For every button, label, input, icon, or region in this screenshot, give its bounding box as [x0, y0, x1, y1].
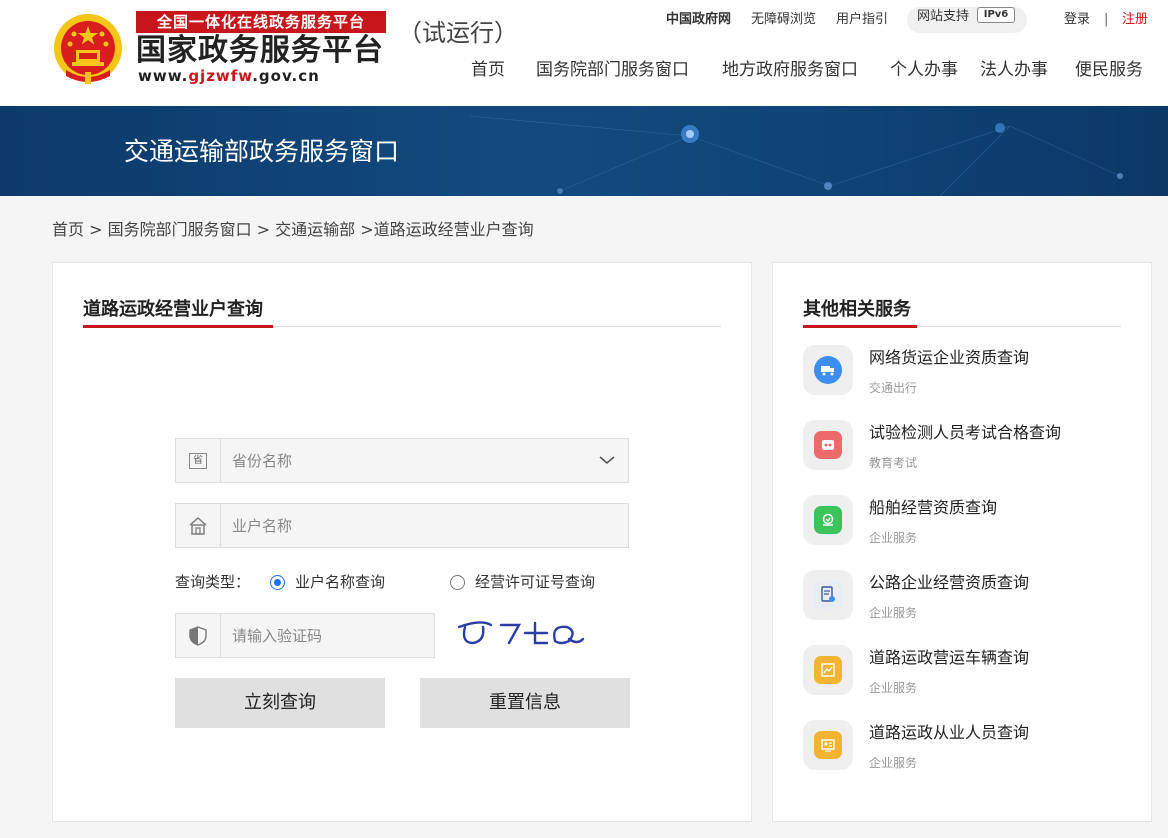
- business-name-placeholder: 业户名称: [232, 517, 293, 535]
- accessibility-link[interactable]: 无障碍浏览: [751, 10, 816, 30]
- query-type-label: 查询类型：: [175, 573, 251, 591]
- ipv6-support-badge: 网站支持 IPv6: [907, 7, 1027, 33]
- radio-by-license[interactable]: [450, 575, 465, 590]
- gov-link[interactable]: 中国政府网: [666, 10, 731, 30]
- site-header: 全国一体化在线政务服务平台 国家政务服务平台 www.gjzwfw.gov.cn…: [0, 0, 1168, 106]
- service-icon-tile: [803, 720, 853, 770]
- ship-icon: [814, 506, 842, 534]
- nav-legal-entity[interactable]: 法人办事: [980, 57, 1048, 83]
- service-item[interactable]: 道路运政营运车辆查询 企业服务: [803, 645, 1133, 703]
- radio-by-name[interactable]: [270, 575, 285, 590]
- side-title: 其他相关服务: [803, 299, 911, 320]
- nav-convenience[interactable]: 便民服务: [1075, 57, 1143, 83]
- road-doc-icon: [814, 581, 842, 609]
- login-register-separator: |: [1104, 12, 1109, 27]
- nav-local-gov[interactable]: 地方政府服务窗口: [722, 57, 858, 83]
- login-link[interactable]: 登录: [1064, 10, 1090, 30]
- nav-personal[interactable]: 个人办事: [890, 57, 958, 83]
- service-name[interactable]: 道路运政从业人员查询: [869, 722, 1029, 744]
- service-category: 企业服务: [869, 606, 918, 620]
- user-guide-link[interactable]: 用户指引: [836, 10, 888, 30]
- breadcrumb[interactable]: 首页 > 国务院部门服务窗口 > 交通运输部 >道路运政经营业户查询: [52, 219, 534, 241]
- nav-home[interactable]: 首页: [471, 57, 505, 83]
- personnel-icon: [814, 731, 842, 759]
- service-item[interactable]: 道路运政从业人员查询 企业服务: [803, 720, 1133, 778]
- service-item[interactable]: 试验检测人员考试合格查询 教育考试: [803, 420, 1133, 478]
- radio-by-license-label[interactable]: 经营许可证号查询: [475, 571, 595, 593]
- reset-button[interactable]: 重置信息: [420, 678, 630, 728]
- main-nav: 首页 国务院部门服务窗口 地方政府服务窗口 个人办事 法人办事 便民服务: [0, 57, 1168, 83]
- service-category: 交通出行: [869, 381, 918, 395]
- vehicle-icon: [814, 656, 842, 684]
- query-type-group: 查询类型： 业户名称查询 经营许可证号查询: [175, 571, 635, 593]
- service-category: 教育考试: [869, 456, 918, 470]
- side-title-underline: [803, 325, 917, 328]
- business-name-input[interactable]: 业户名称: [175, 503, 629, 548]
- nav-state-council-depts[interactable]: 国务院部门服务窗口: [536, 57, 689, 83]
- form-title-underline: [83, 325, 273, 328]
- related-services-panel: 其他相关服务 网络货运企业资质查询 交通出行 试验检测人员考试合格查询 教育考试…: [772, 262, 1152, 822]
- captcha-input[interactable]: 请输入验证码: [175, 613, 435, 658]
- exam-icon: [814, 431, 842, 459]
- service-name[interactable]: 船舶经营资质查询: [869, 497, 997, 519]
- register-link[interactable]: 注册: [1122, 10, 1148, 30]
- form-title: 道路运政经营业户查询: [83, 299, 263, 320]
- service-name[interactable]: 网络货运企业资质查询: [869, 347, 1029, 369]
- captcha-placeholder: 请输入验证码: [232, 627, 323, 645]
- service-category: 企业服务: [869, 681, 918, 695]
- service-icon-tile: [803, 345, 853, 395]
- service-category: 企业服务: [869, 756, 918, 770]
- service-icon-tile: [803, 495, 853, 545]
- service-name[interactable]: 试验检测人员考试合格查询: [869, 422, 1061, 444]
- trial-label: （试运行）: [398, 19, 518, 47]
- province-select[interactable]: 省 省份名称: [175, 438, 629, 483]
- page-banner: 交通运输部政务服务窗口: [0, 106, 1168, 196]
- service-icon-tile: [803, 645, 853, 695]
- home-icon: [176, 504, 221, 547]
- service-name[interactable]: 道路运政营运车辆查询: [869, 647, 1029, 669]
- radio-by-name-label[interactable]: 业户名称查询: [295, 571, 385, 593]
- service-icon-tile: [803, 570, 853, 620]
- service-name[interactable]: 公路企业经营资质查询: [869, 572, 1029, 594]
- service-item[interactable]: 公路企业经营资质查询 企业服务: [803, 570, 1133, 628]
- service-icon-tile: [803, 420, 853, 470]
- platform-subtitle: 全国一体化在线政务服务平台: [136, 11, 386, 33]
- submit-query-button[interactable]: 立刻查询: [175, 678, 385, 728]
- truck-icon: [814, 356, 842, 384]
- service-category: 企业服务: [869, 531, 918, 545]
- captcha-image[interactable]: [451, 613, 591, 653]
- ipv6-badge: IPv6: [977, 7, 1015, 23]
- ipv6-support-label: 网站支持: [917, 9, 970, 24]
- service-item[interactable]: 网络货运企业资质查询 交通出行: [803, 345, 1133, 403]
- shield-icon: [176, 614, 221, 657]
- province-placeholder: 省份名称: [232, 452, 293, 470]
- chevron-down-icon: [599, 456, 615, 465]
- query-form-panel: 道路运政经营业户查询 省 省份名称 业户名称 查询类型： 业户名称查询 经营许可…: [52, 262, 752, 822]
- province-icon: 省: [176, 439, 221, 482]
- service-item[interactable]: 船舶经营资质查询 企业服务: [803, 495, 1133, 553]
- banner-title: 交通运输部政务服务窗口: [124, 137, 400, 166]
